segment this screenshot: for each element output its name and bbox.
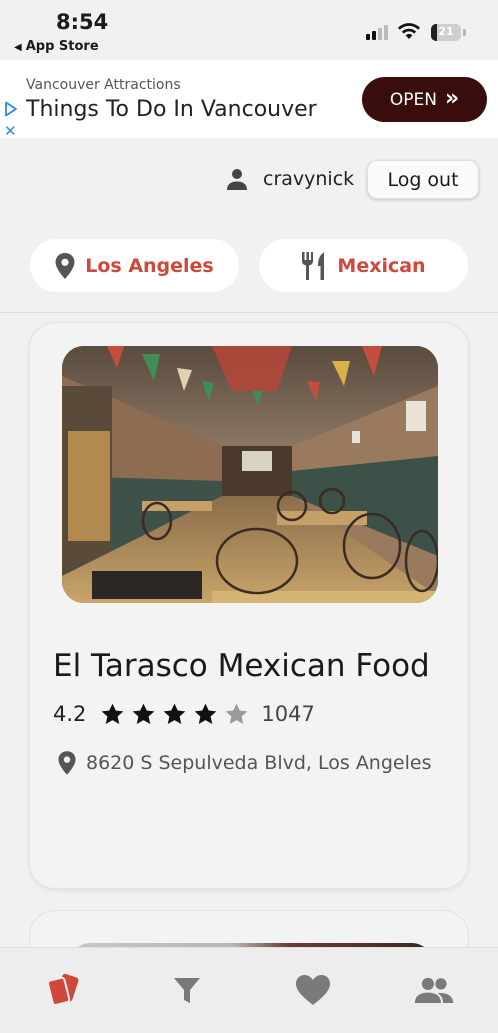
logout-button[interactable]: Log out: [367, 160, 479, 199]
fork-knife-icon: [302, 251, 326, 280]
star-empty-icon: [226, 703, 248, 724]
restaurant-name[interactable]: El Tarasco Mexican Food: [53, 648, 430, 684]
restaurant-card[interactable]: El Tarasco Mexican Food 4.2 1047 8620 S …: [29, 322, 469, 889]
cellular-signal-icon: [366, 24, 392, 40]
rating-row: 4.2 1047: [53, 701, 315, 727]
cuisine-filter-label: Mexican: [337, 254, 426, 277]
divider: [0, 312, 498, 313]
battery-level: 21: [438, 25, 454, 38]
star-filled-icon: [133, 703, 155, 724]
back-triangle-icon: ◀: [14, 42, 22, 53]
star-filled-icon: [164, 703, 186, 724]
tab-filter[interactable]: [167, 970, 207, 1010]
star-rating: [100, 702, 249, 727]
location-filter-label: Los Angeles: [85, 254, 214, 277]
status-time: 8:54: [56, 10, 109, 34]
username: cravynick: [263, 168, 355, 190]
cuisine-filter-button[interactable]: Mexican: [259, 239, 468, 292]
location-pin-icon: [55, 252, 75, 279]
cards-icon: [46, 973, 79, 1006]
tab-bar: [0, 947, 498, 1033]
group-icon: [414, 977, 454, 1004]
battery-cap: [463, 29, 466, 36]
location-pin-icon: [58, 751, 76, 775]
star-filled-icon: [102, 703, 124, 724]
ad-close-icon[interactable]: ✕: [4, 122, 17, 140]
ad-open-button[interactable]: OPEN »: [362, 77, 487, 122]
restaurant-photo: [62, 346, 438, 603]
ad-choices-icon[interactable]: [4, 101, 18, 117]
user-icon: [227, 169, 247, 190]
review-count: 1047: [261, 702, 315, 726]
tab-favorites[interactable]: [293, 970, 333, 1010]
back-to-app-store-link[interactable]: ◀ App Store: [14, 39, 99, 54]
ad-title[interactable]: Things To Do In Vancouver: [26, 97, 317, 122]
ad-banner[interactable]: ✕ Vancouver Attractions Things To Do In …: [0, 60, 498, 140]
ad-open-label: OPEN: [389, 89, 437, 110]
tab-discover[interactable]: [44, 970, 84, 1010]
double-chevron-icon: »: [444, 85, 460, 111]
restaurant-address: 8620 S Sepulveda Blvd, Los Angeles: [86, 752, 432, 774]
battery-icon: 21: [431, 24, 461, 41]
tab-friends[interactable]: [414, 970, 454, 1010]
heart-icon: [296, 975, 330, 1005]
status-bar: 8:54 ◀ App Store 21: [0, 0, 498, 60]
rating-value: 4.2: [53, 702, 87, 726]
star-filled-icon: [195, 703, 217, 724]
filter-icon: [174, 978, 200, 1003]
wifi-icon: [398, 23, 420, 39]
back-app-label: App Store: [25, 39, 99, 54]
address-row: 8620 S Sepulveda Blvd, Los Angeles: [58, 751, 431, 775]
ad-subtitle: Vancouver Attractions: [26, 77, 181, 93]
location-filter-button[interactable]: Los Angeles: [30, 239, 239, 292]
